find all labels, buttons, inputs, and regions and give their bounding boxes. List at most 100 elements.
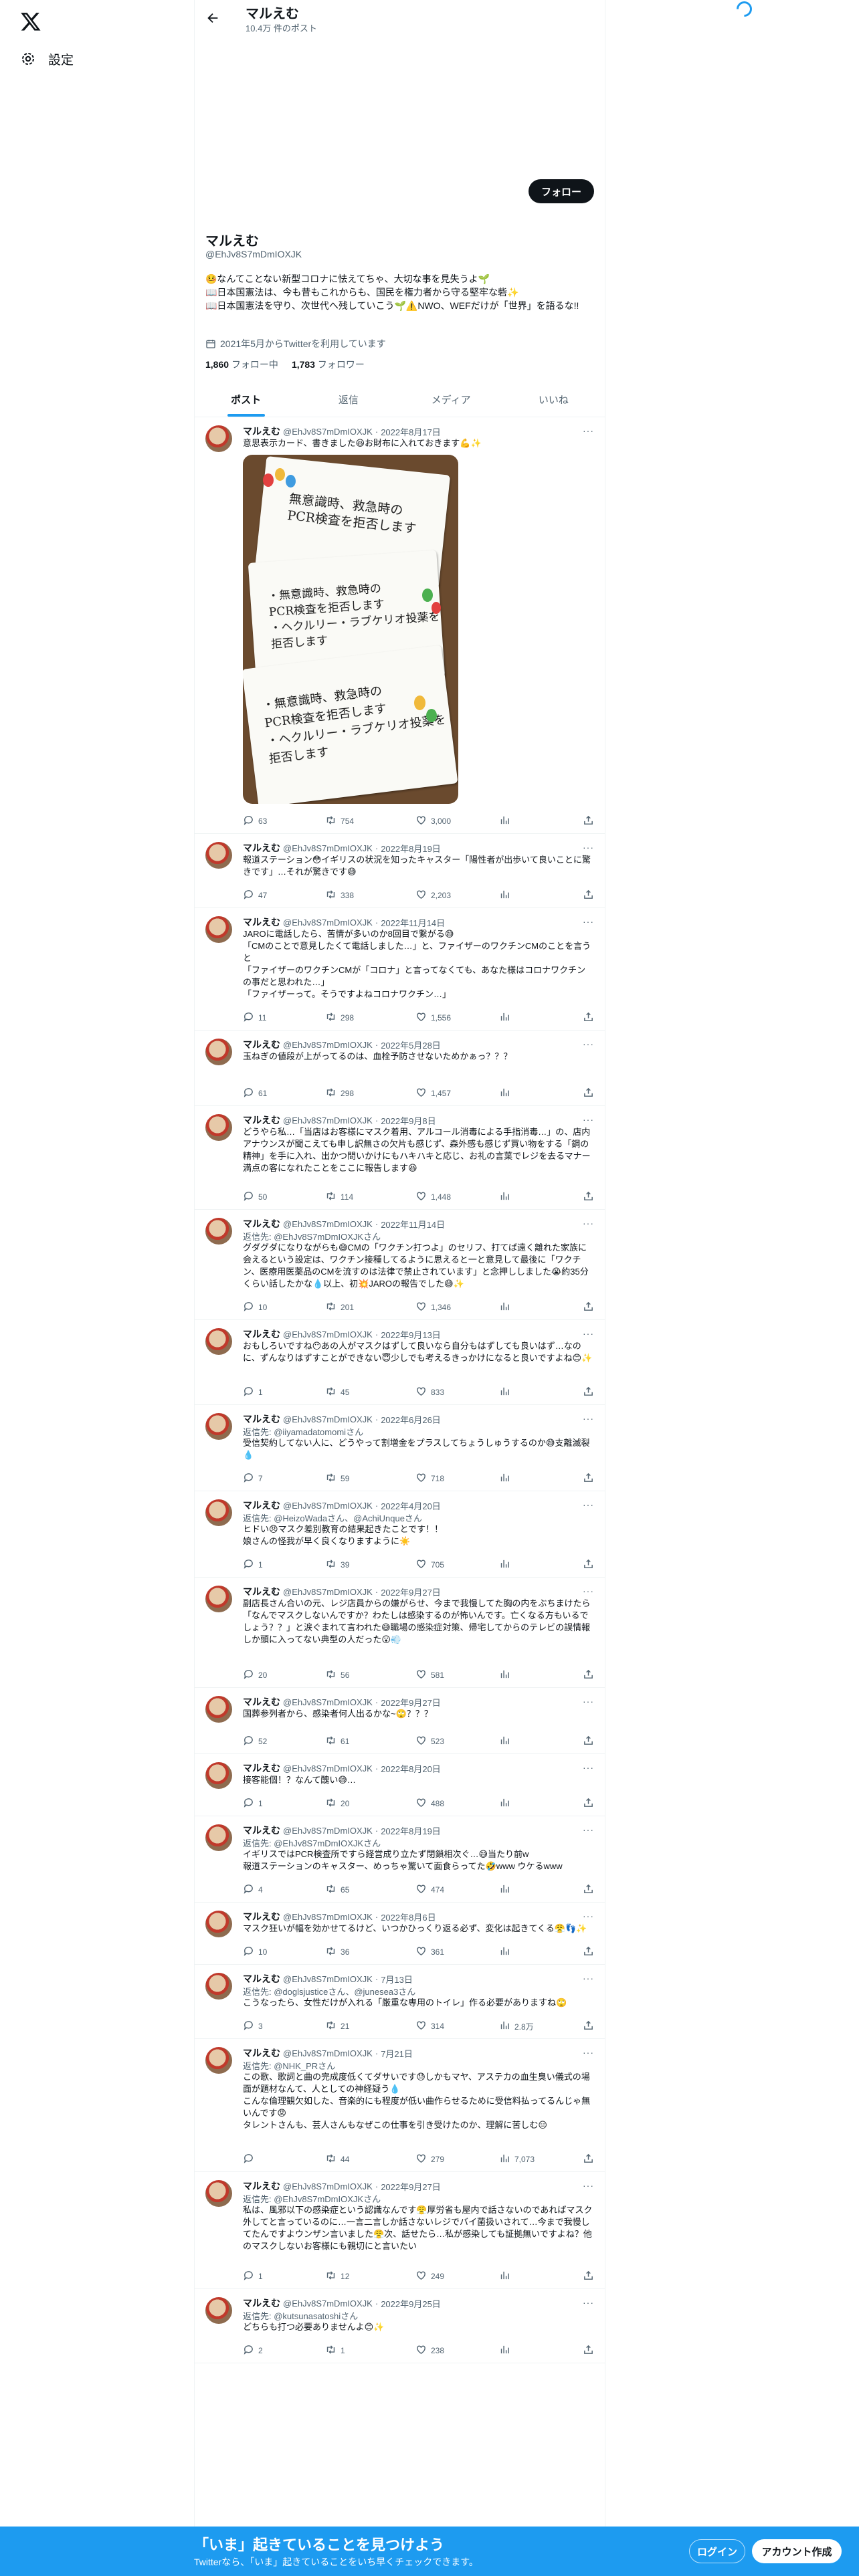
tweet-author-name[interactable]: マルえむ [243, 1038, 280, 1051]
like-button[interactable]: 1,448 [415, 1190, 499, 1204]
tweet-author-name[interactable]: マルえむ [243, 2296, 280, 2310]
reply-to-label[interactable]: 返信先: @kutsunasatoshiさん [243, 2309, 594, 2321]
reply-to-label[interactable]: 返信先: @EhJv8S7mDmIOXJKさん [243, 1836, 594, 1848]
tweet-date[interactable]: 2022年9月27日 [381, 2180, 441, 2193]
tweet-author-handle[interactable]: @EhJv8S7mDmIOXJK [283, 427, 373, 437]
tweet-date[interactable]: 2022年8月20日 [381, 1762, 441, 1775]
views-button[interactable] [499, 2270, 583, 2283]
avatar[interactable] [205, 1413, 232, 1440]
tweet-date[interactable]: 7月13日 [381, 1973, 413, 1985]
tweet[interactable]: ··· マルえむ @EhJv8S7mDmIOXJK · 2022年11月14日 JAROに… [195, 908, 605, 1031]
tweet-author-handle[interactable]: @EhJv8S7mDmIOXJK [283, 1763, 373, 1774]
reply-button[interactable]: 10 [243, 1301, 325, 1314]
tweet-date[interactable]: 2022年4月20日 [381, 1499, 441, 1512]
more-options-icon[interactable]: ··· [583, 1824, 594, 1835]
tweet-author-handle[interactable]: @EhJv8S7mDmIOXJK [283, 1219, 373, 1229]
more-options-icon[interactable]: ··· [583, 1696, 594, 1707]
tweet-author-handle[interactable]: @EhJv8S7mDmIOXJK [283, 843, 373, 853]
share-button[interactable] [583, 1301, 594, 1314]
share-button[interactable] [583, 1797, 594, 1810]
retweet-button[interactable]: 114 [325, 1190, 415, 1204]
reply-button[interactable]: 47 [243, 889, 325, 902]
retweet-button[interactable]: 44 [325, 2153, 415, 2166]
tweet-author-handle[interactable]: @EhJv8S7mDmIOXJK [283, 1040, 373, 1050]
retweet-button[interactable]: 12 [325, 2270, 415, 2283]
share-button[interactable] [583, 1386, 594, 1399]
like-button[interactable]: 1,457 [415, 1087, 499, 1100]
views-button[interactable] [499, 1386, 583, 1399]
share-button[interactable] [583, 1945, 594, 1959]
views-button[interactable] [499, 1735, 583, 1748]
reply-button[interactable]: 61 [243, 1087, 325, 1100]
tweet-author-name[interactable]: マルえむ [243, 1113, 280, 1127]
avatar[interactable] [205, 2297, 232, 2324]
tweet-date[interactable]: 2022年8月19日 [381, 1824, 441, 1837]
retweet-button[interactable]: 298 [325, 1011, 415, 1025]
share-button[interactable] [583, 2153, 594, 2166]
reply-button[interactable]: 11 [243, 1011, 325, 1025]
avatar[interactable] [205, 1973, 232, 2000]
tweet[interactable]: ··· マルえむ @EhJv8S7mDmIOXJK · 2022年8月19日 報道ステーシ… [195, 834, 605, 908]
retweet-button[interactable]: 45 [325, 1386, 415, 1399]
back-arrow-icon[interactable] [205, 11, 220, 25]
tweet-date[interactable]: 2022年9月25日 [381, 2297, 441, 2310]
retweet-button[interactable]: 65 [325, 1883, 415, 1897]
tweet[interactable]: ··· マルえむ @EhJv8S7mDmIOXJK · 2022年11月14日 返信先: … [195, 1210, 605, 1320]
retweet-button[interactable]: 20 [325, 1797, 415, 1810]
tweet-author-name[interactable]: マルえむ [243, 1824, 280, 1837]
tweet-author-name[interactable]: マルえむ [243, 1412, 280, 1426]
reply-button[interactable]: 10 [243, 1945, 325, 1959]
views-button[interactable] [499, 1797, 583, 1810]
more-options-icon[interactable]: ··· [583, 2297, 594, 2308]
following-link[interactable]: 1,860 フォロー中 [205, 358, 278, 371]
more-options-icon[interactable]: ··· [583, 916, 594, 927]
tweet-author-name[interactable]: マルえむ [243, 841, 280, 855]
retweet-button[interactable]: 36 [325, 1945, 415, 1959]
avatar[interactable] [205, 1499, 232, 1526]
share-button[interactable] [583, 1011, 594, 1025]
more-options-icon[interactable]: ··· [583, 1039, 594, 1049]
tweet[interactable]: ··· マルえむ @EhJv8S7mDmIOXJK · 2022年8月19日 返信先: @… [195, 1816, 605, 1903]
tweet-author-handle[interactable]: @EhJv8S7mDmIOXJK [283, 1587, 373, 1597]
reply-button[interactable]: 1 [243, 1797, 325, 1810]
tweet-author-name[interactable]: マルえむ [243, 1217, 280, 1230]
tweet[interactable]: ··· マルえむ @EhJv8S7mDmIOXJK · 2022年9月27日 副店長さん合… [195, 1578, 605, 1688]
retweet-button[interactable]: 298 [325, 1087, 415, 1100]
tweet-author-handle[interactable]: @EhJv8S7mDmIOXJK [283, 1329, 373, 1339]
tweet-date[interactable]: 7月21日 [381, 2047, 413, 2060]
avatar[interactable] [205, 1762, 232, 1789]
more-options-icon[interactable]: ··· [583, 1586, 594, 1596]
avatar[interactable] [205, 1114, 232, 1141]
tweet-author-handle[interactable]: @EhJv8S7mDmIOXJK [283, 1974, 373, 1984]
more-options-icon[interactable]: ··· [583, 1218, 594, 1228]
reply-to-label[interactable]: 返信先: @iiyamadatomomiさん [243, 1425, 594, 1437]
signup-button[interactable]: アカウント作成 [752, 2539, 842, 2563]
views-button[interactable] [499, 1301, 583, 1314]
retweet-button[interactable]: 21 [325, 2020, 415, 2033]
share-button[interactable] [583, 815, 594, 828]
tweet-author-handle[interactable]: @EhJv8S7mDmIOXJK [283, 1826, 373, 1836]
share-button[interactable] [583, 1190, 594, 1204]
tweet[interactable]: ··· マルえむ @EhJv8S7mDmIOXJK · 2022年4月20日 返信先: @… [195, 1491, 605, 1578]
tweet-author-handle[interactable]: @EhJv8S7mDmIOXJK [283, 1697, 373, 1707]
settings-link[interactable]: 設定 [20, 48, 74, 70]
tab-replies[interactable]: 返信 [297, 383, 399, 417]
like-button[interactable]: 1,346 [415, 1301, 499, 1314]
reply-to-label[interactable]: 返信先: @doglsjusticeさん、@junesea3さん [243, 1985, 594, 1997]
tweet-date[interactable]: 2022年8月19日 [381, 842, 441, 855]
tweet-image[interactable]: 無意識時、救急時の PCR検査を拒否します ・無意識時、救急時の PCR検査を拒否… [243, 455, 458, 804]
tweet-date[interactable]: 2022年11月14日 [381, 1218, 445, 1230]
tweet[interactable]: ··· マルえむ @EhJv8S7mDmIOXJK · 2022年9月8日 どうやら私…「… [195, 1106, 605, 1210]
like-button[interactable]: 718 [415, 1472, 499, 1485]
more-options-icon[interactable]: ··· [583, 842, 594, 853]
more-options-icon[interactable]: ··· [583, 425, 594, 436]
reply-button[interactable]: 1 [243, 1386, 325, 1399]
tweet[interactable]: ··· マルえむ @EhJv8S7mDmIOXJK · 2022年9月27日 国葬参列者か… [195, 1688, 605, 1754]
reply-button[interactable]: 3 [243, 2020, 325, 2033]
retweet-button[interactable]: 39 [325, 1558, 415, 1572]
avatar[interactable] [205, 1586, 232, 1612]
like-button[interactable]: 361 [415, 1945, 499, 1959]
share-button[interactable] [583, 2020, 594, 2033]
views-button[interactable] [499, 1558, 583, 1572]
more-options-icon[interactable]: ··· [583, 1114, 594, 1125]
